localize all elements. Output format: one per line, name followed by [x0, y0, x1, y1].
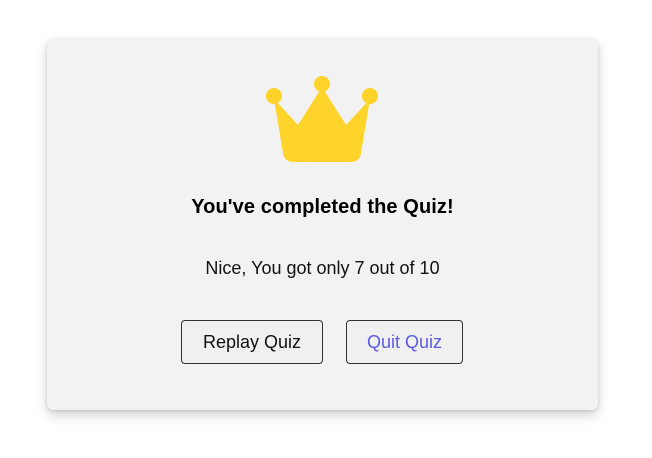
completion-title: You've completed the Quiz! [191, 196, 454, 218]
crown-icon [266, 76, 378, 162]
replay-quiz-button[interactable]: Replay Quiz [181, 320, 323, 364]
score-text: Nice, You got only 7 out of 10 [205, 258, 440, 278]
quiz-result-card: You've completed the Quiz! Nice, You got… [47, 39, 598, 410]
quit-quiz-button[interactable]: Quit Quiz [346, 320, 463, 364]
